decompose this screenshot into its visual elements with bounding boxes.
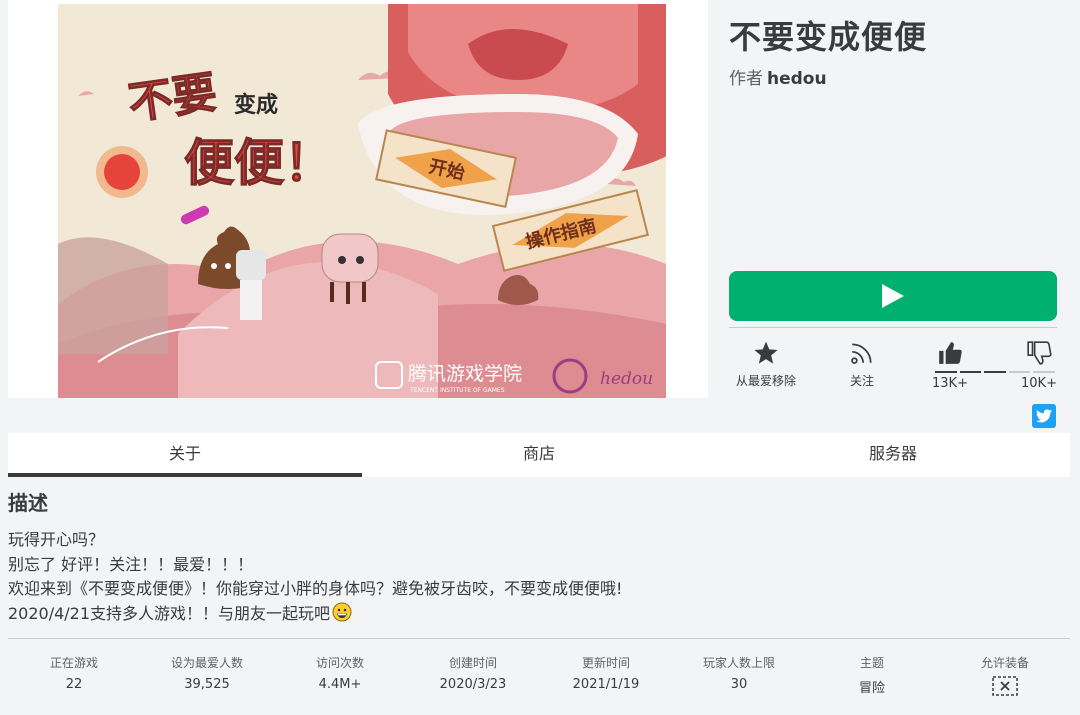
- stat-value: 4.4M+: [318, 677, 362, 692]
- stat-value: 2020/3/23: [439, 677, 507, 692]
- upvote-button[interactable]: 13K+: [930, 340, 970, 391]
- follow-label: 关注: [849, 374, 874, 388]
- author-line: 作者 hedou: [729, 64, 827, 89]
- gear-not-allowed-icon: [992, 676, 1018, 696]
- stat-updated: 更新时间 2021/1/19: [551, 654, 661, 692]
- upvote-count: 13K+: [932, 376, 968, 391]
- stat-visits: 访问次数 4.4M+: [285, 654, 395, 692]
- stat-favorites: 设为最爱人数 39,525: [152, 654, 262, 692]
- vote-bar-down-segment: [1033, 371, 1055, 373]
- game-title: 不要变成便便: [729, 18, 928, 56]
- star-icon: [754, 341, 778, 364]
- downvote-button[interactable]: 10K+: [1018, 340, 1060, 391]
- grinning-face-icon: [332, 602, 352, 621]
- stat-allowed-gear: 允许装备: [950, 654, 1060, 696]
- vote-ratio-bar: [935, 371, 1055, 374]
- tab-bar: 关于 商店 服务器: [8, 433, 1070, 477]
- rss-icon: [851, 343, 872, 364]
- thumb-title-small: 变成: [234, 92, 278, 118]
- thumbnail-artwork: 不要 变成 便便！ 开始 操作指南 腾讯游戏学院 TENCENT INSTITU…: [58, 4, 666, 398]
- stat-max-players: 玩家人数上限 30: [684, 654, 794, 692]
- thumbs-down-icon: [1027, 341, 1052, 365]
- stat-value: 30: [730, 677, 748, 692]
- tab-about[interactable]: 关于: [8, 433, 362, 477]
- stat-label: 更新时间: [581, 656, 630, 670]
- favorite-label: 从最爱移除: [735, 374, 796, 388]
- description-line: 玩得开心吗？: [8, 530, 105, 549]
- author-link[interactable]: hedou: [767, 69, 827, 89]
- thumb-title-line2: 便便！: [184, 134, 334, 192]
- vote-bar-up-segment: [984, 371, 1006, 373]
- play-icon: [882, 284, 904, 308]
- description-line: 别忘了 好评！关注！！最爱！！！: [8, 554, 254, 574]
- stat-value: 39,525: [184, 677, 230, 692]
- stat-playing: 正在游戏 22: [19, 654, 129, 692]
- follow-button[interactable]: 关注: [834, 340, 890, 389]
- description-line-text: 2020/4/21支持多人游戏！！与朋友一起玩吧: [8, 603, 331, 623]
- game-thumbnail: 不要 变成 便便！ 开始 操作指南 腾讯游戏学院 TENCENT INSTITU…: [8, 0, 708, 398]
- stat-genre-link[interactable]: 冒险: [817, 677, 927, 696]
- vote-bar-up-segment: [935, 371, 957, 373]
- vote-bar-down-segment: [1008, 371, 1031, 373]
- description-body: 玩得开心吗？ 别忘了 好评！关注！！最爱！！！ 欢迎来到《不要变成便便》！你能穿…: [8, 528, 622, 626]
- description-line: 2020/4/21支持多人游戏！！与朋友一起玩吧: [8, 602, 622, 627]
- twitter-icon: [1036, 409, 1052, 423]
- twitter-share-button[interactable]: [1032, 404, 1056, 428]
- downvote-count: 10K+: [1021, 376, 1057, 391]
- tab-store[interactable]: 商店: [362, 433, 716, 477]
- thumb-partner-logo: 腾讯游戏学院: [408, 363, 522, 385]
- stat-label: 正在游戏: [49, 656, 98, 670]
- author-prefix: 作者: [729, 69, 763, 89]
- stat-value: 22: [65, 677, 83, 692]
- stat-value: 2021/1/19: [572, 677, 640, 692]
- stat-label: 玩家人数上限: [702, 656, 775, 670]
- vote-bar-up-segment: [959, 371, 982, 373]
- thumbs-up-icon: [939, 342, 962, 364]
- stat-genre: 主题 冒险: [817, 654, 927, 696]
- thumb-signature: hedou: [600, 369, 653, 389]
- stat-label: 主题: [859, 656, 884, 670]
- description-heading: 描述: [8, 491, 48, 515]
- stats-divider: [8, 638, 1070, 639]
- play-button[interactable]: [729, 271, 1057, 321]
- description-line: 欢迎来到《不要变成便便》！你能穿过小胖的身体吗？避免被牙齿咬，不要变成便便哦!: [8, 579, 623, 598]
- favorite-button[interactable]: 从最爱移除: [730, 340, 802, 389]
- action-divider: [729, 327, 1057, 328]
- stat-label: 允许装备: [980, 656, 1029, 670]
- thumb-partner-logo-en: TENCENT INSTITUTE OF GAMES: [409, 387, 505, 394]
- stat-label: 访问次数: [315, 656, 364, 670]
- stat-created: 创建时间 2020/3/23: [418, 654, 528, 692]
- stat-label: 设为最爱人数: [170, 656, 243, 670]
- tab-servers[interactable]: 服务器: [716, 433, 1070, 477]
- stat-label: 创建时间: [448, 656, 497, 670]
